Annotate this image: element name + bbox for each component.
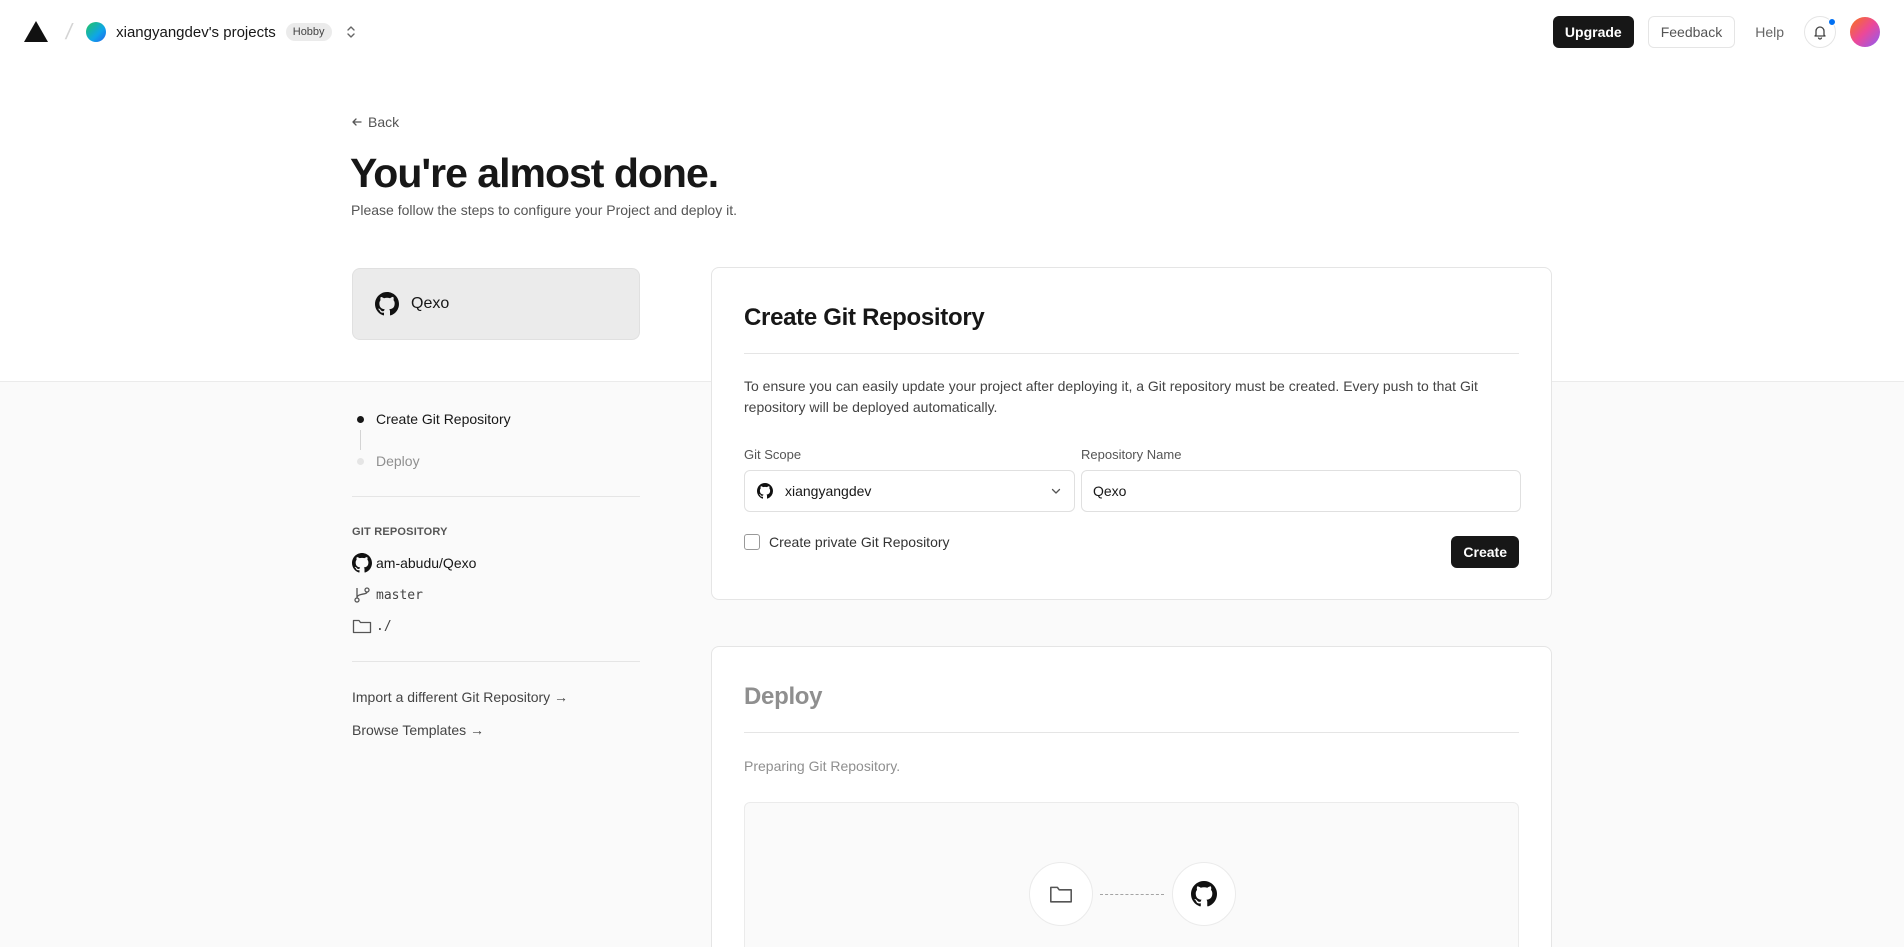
github-icon	[375, 292, 399, 316]
git-scope-value: xiangyangdev	[785, 483, 872, 499]
import-different-repo-link[interactable]: Import a different Git Repository →	[352, 689, 568, 705]
git-branch-icon	[354, 587, 370, 603]
step-label: Deploy	[376, 453, 420, 469]
private-repo-checkbox-row[interactable]: Create private Git Repository	[744, 534, 950, 550]
back-link[interactable]: Back	[351, 114, 399, 130]
git-repository-heading: GIT REPOSITORY	[352, 526, 448, 538]
team-avatar[interactable]	[86, 22, 107, 42]
bell-icon	[1814, 26, 1826, 40]
git-scope-label: Git Scope	[744, 447, 802, 462]
github-circle	[1172, 862, 1236, 926]
git-scope-select[interactable]: xiangyangdev	[744, 470, 1075, 512]
step-active-dot	[357, 415, 364, 423]
breadcrumb-separator: /	[63, 19, 75, 44]
help-link[interactable]: Help	[1749, 24, 1790, 40]
git-branch-row: master	[352, 585, 423, 605]
private-repo-label: Create private Git Repository	[769, 534, 950, 550]
step-deploy: Deploy	[352, 450, 640, 472]
chevron-down-icon	[1051, 488, 1061, 494]
create-button[interactable]: Create	[1451, 536, 1519, 568]
connection-dashed-line	[1100, 894, 1164, 895]
deploy-preview-panel	[744, 802, 1519, 947]
create-repo-title: Create Git Repository	[744, 304, 985, 331]
page-title: You're almost done.	[350, 150, 719, 196]
git-root-row: ./	[352, 617, 392, 635]
create-repo-description: To ensure you can easily update your pro…	[744, 378, 1478, 415]
notifications-button[interactable]	[1804, 16, 1836, 48]
step-label: Create Git Repository	[376, 411, 511, 427]
sidebar-divider	[352, 496, 640, 497]
template-card: Qexo	[352, 268, 640, 340]
deploy-card: Deploy Preparing Git Repository.	[711, 646, 1552, 947]
back-label: Back	[368, 114, 400, 130]
github-icon	[757, 483, 773, 499]
github-icon	[352, 553, 372, 573]
git-repo-row[interactable]: am-abudu/Qexo	[352, 553, 476, 573]
step-create-git-repository: Create Git Repository	[352, 408, 640, 430]
user-avatar[interactable]	[1850, 17, 1880, 47]
page-subtitle: Please follow the steps to configure you…	[351, 202, 737, 218]
folder-icon	[1050, 886, 1072, 903]
repository-name-label: Repository Name	[1081, 447, 1182, 462]
git-root-directory: ./	[376, 618, 392, 634]
step-inactive-dot	[357, 457, 364, 465]
deploy-title: Deploy	[744, 683, 823, 710]
card-divider	[744, 732, 1519, 733]
folder-icon	[352, 619, 372, 634]
triangle-logo-icon[interactable]	[24, 20, 48, 44]
notification-dot	[1828, 18, 1836, 26]
github-icon	[1191, 881, 1217, 907]
upgrade-button[interactable]: Upgrade	[1552, 16, 1634, 48]
create-git-repository-card: Create Git Repository To ensure you can …	[711, 267, 1552, 600]
feedback-button[interactable]: Feedback	[1647, 16, 1736, 48]
private-repo-checkbox[interactable]	[744, 534, 760, 550]
arrow-left-icon	[352, 118, 362, 126]
sidebar-divider	[352, 661, 640, 662]
git-branch-name: master	[376, 587, 423, 603]
deploy-status: Preparing Git Repository.	[744, 758, 901, 774]
team-name[interactable]: xiangyangdev's projects	[116, 24, 276, 41]
repository-name-input[interactable]	[1081, 470, 1521, 512]
scope-switch-icon[interactable]	[342, 23, 360, 41]
card-divider	[744, 353, 1519, 354]
step-connector	[360, 430, 361, 450]
template-name: Qexo	[411, 295, 450, 312]
step-list: Create Git Repository Deploy	[352, 408, 640, 472]
plan-badge: Hobby	[285, 23, 332, 41]
browse-templates-link[interactable]: Browse Templates →	[352, 722, 484, 738]
git-repo-name: am-abudu/Qexo	[376, 555, 477, 571]
folder-circle	[1029, 862, 1093, 926]
top-navigation-bar: / xiangyangdev's projects Hobby Upgrade …	[0, 0, 1904, 64]
